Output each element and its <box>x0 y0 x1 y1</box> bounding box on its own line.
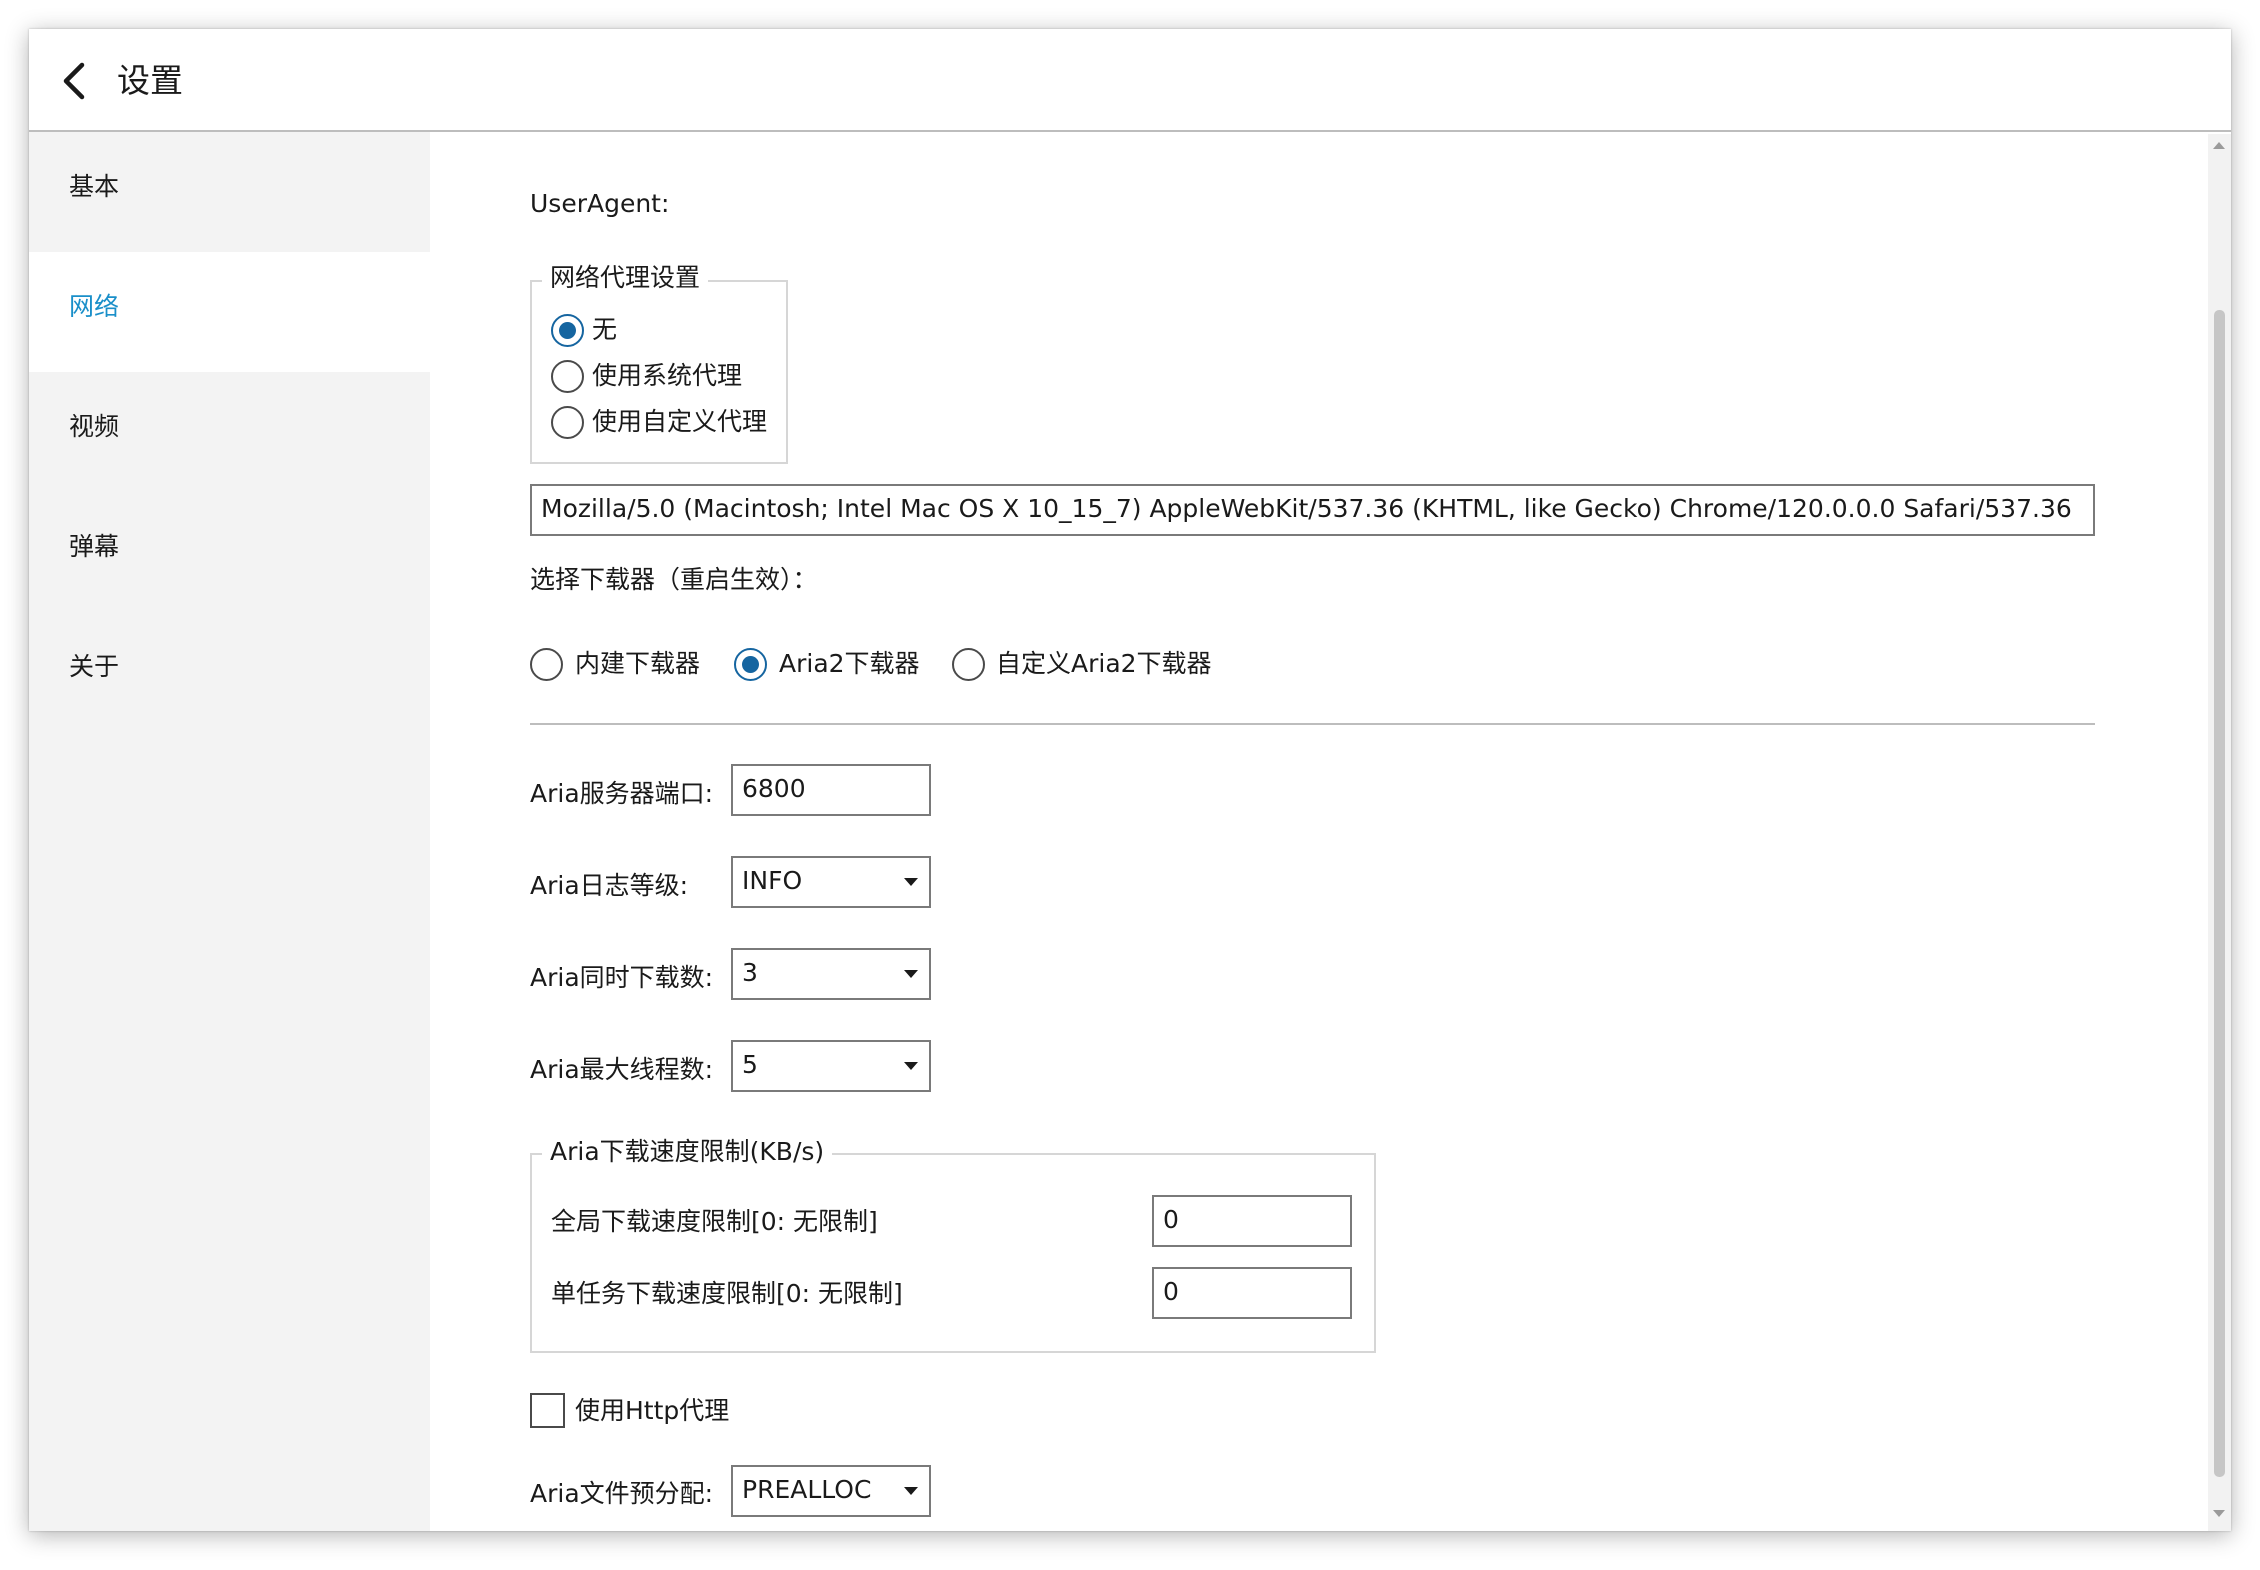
aria-threads-select[interactable]: 5 <box>731 1040 931 1092</box>
http-proxy-checkbox[interactable] <box>530 1393 565 1428</box>
useragent-label: UserAgent: <box>530 189 670 218</box>
sidebar-item-basic[interactable]: 基本 <box>29 132 430 252</box>
proxy-system-label[interactable]: 使用系统代理 <box>592 359 742 393</box>
sidebar-item-label: 网络 <box>69 292 120 321</box>
aria-log-level-select[interactable]: INFO <box>731 856 931 908</box>
aria-threads-label: Aria最大线程数: <box>530 1055 714 1084</box>
sidebar-item-label: 关于 <box>69 652 120 681</box>
sidebar-item-label: 视频 <box>69 412 120 441</box>
page-title: 设置 <box>117 61 183 100</box>
aria-speed-limit-group <box>530 1153 1376 1353</box>
sidebar: 基本 网络 视频 弹幕 关于 <box>29 132 430 1531</box>
global-speed-limit-label: 全局下载速度限制[0: 无限制] <box>551 1207 878 1236</box>
proxy-none-radio[interactable] <box>551 314 584 347</box>
useragent-input[interactable]: Mozilla/5.0 (Macintosh; Intel Mac OS X 1… <box>530 484 2095 536</box>
aria-prealloc-select[interactable]: PREALLOC <box>731 1465 931 1517</box>
section-divider <box>530 723 2095 725</box>
aria-threads-value: 5 <box>742 1050 758 1079</box>
dropdown-arrow-icon <box>904 878 918 886</box>
aria-concurrent-select[interactable]: 3 <box>731 948 931 1000</box>
aria-concurrent-label: Aria同时下载数: <box>530 963 714 992</box>
proxy-custom-radio[interactable] <box>551 406 584 439</box>
vertical-scrollbar[interactable] <box>2208 134 2231 1531</box>
proxy-custom-label[interactable]: 使用自定义代理 <box>592 405 767 439</box>
aria-port-input[interactable]: 6800 <box>731 764 931 816</box>
dropdown-arrow-icon <box>904 1062 918 1070</box>
scroll-down-arrow-icon[interactable] <box>2213 1510 2225 1517</box>
task-speed-limit-input[interactable]: 0 <box>1152 1267 1352 1319</box>
aria-log-level-value: INFO <box>742 866 803 895</box>
aria-prealloc-value: PREALLOC <box>742 1475 872 1504</box>
aria-prealloc-label: Aria文件预分配: <box>530 1479 714 1508</box>
sidebar-item-video[interactable]: 视频 <box>29 372 430 492</box>
builtin-downloader-radio[interactable] <box>530 648 563 681</box>
back-button[interactable]: 设置 <box>51 51 261 111</box>
header-bar: 设置 <box>29 29 2231 132</box>
sidebar-item-danmaku[interactable]: 弹幕 <box>29 492 430 612</box>
settings-window: 设置 基本 网络 视频 弹幕 关于 UserAgent: 网络代理设置 无 使用… <box>29 29 2231 1531</box>
http-proxy-label[interactable]: 使用Http代理 <box>575 1394 729 1428</box>
aria2-downloader-label[interactable]: Aria2下载器 <box>779 647 920 681</box>
builtin-downloader-label[interactable]: 内建下载器 <box>575 647 700 681</box>
global-speed-limit-input[interactable]: 0 <box>1152 1195 1352 1247</box>
sidebar-item-label: 基本 <box>69 172 120 201</box>
task-speed-limit-label: 单任务下载速度限制[0: 无限制] <box>551 1279 903 1308</box>
sidebar-item-network[interactable]: 网络 <box>29 252 430 372</box>
network-settings-panel: UserAgent: 网络代理设置 无 使用系统代理 使用自定义代理 Mozil… <box>430 132 2231 1531</box>
aria-speed-limit-legend: Aria下载速度限制(KB/s) <box>542 1135 833 1169</box>
scrollbar-thumb[interactable] <box>2214 310 2225 1477</box>
aria-log-level-label: Aria日志等级: <box>530 871 689 900</box>
custom-aria2-downloader-radio[interactable] <box>952 648 985 681</box>
aria-concurrent-value: 3 <box>742 958 758 987</box>
proxy-none-label[interactable]: 无 <box>592 313 617 347</box>
aria2-downloader-radio[interactable] <box>734 648 767 681</box>
proxy-system-radio[interactable] <box>551 360 584 393</box>
custom-aria2-downloader-label[interactable]: 自定义Aria2下载器 <box>996 647 1212 681</box>
aria-port-label: Aria服务器端口: <box>530 779 714 808</box>
downloader-label: 选择下载器（重启生效）： <box>530 565 818 594</box>
dropdown-arrow-icon <box>904 1487 918 1495</box>
dropdown-arrow-icon <box>904 970 918 978</box>
proxy-settings-legend: 网络代理设置 <box>542 261 709 295</box>
scroll-up-arrow-icon[interactable] <box>2213 142 2225 149</box>
sidebar-item-label: 弹幕 <box>69 532 120 561</box>
sidebar-item-about[interactable]: 关于 <box>29 612 430 732</box>
